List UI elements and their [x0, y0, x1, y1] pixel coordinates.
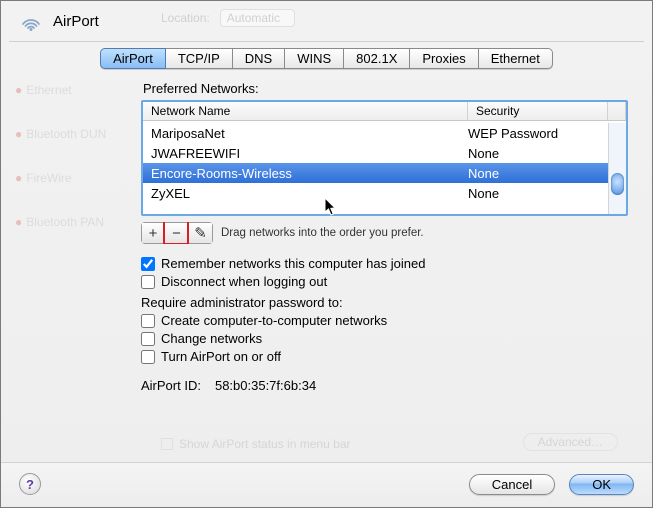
- tab-proxies[interactable]: Proxies: [410, 48, 478, 69]
- table-row[interactable]: ZyXELNone: [143, 183, 608, 203]
- table-row[interactable]: MariposaNetWEP Password: [143, 123, 608, 143]
- titlebar: AirPort: [1, 1, 652, 41]
- scrollbar-thumb[interactable]: [611, 173, 624, 195]
- options: Remember networks this computer has join…: [141, 256, 628, 364]
- window-title: AirPort: [53, 13, 99, 30]
- show-status-ghost: Show AirPort status in menu bar: [161, 437, 350, 451]
- network-security: WEP Password: [468, 126, 600, 141]
- create-checkbox-row: Create computer-to-computer networks: [141, 313, 628, 328]
- drag-hint: Drag networks into the order you prefer.: [221, 227, 424, 239]
- cancel-button[interactable]: Cancel: [469, 474, 555, 495]
- create-networks-checkbox[interactable]: [141, 314, 155, 328]
- col-network-name[interactable]: Network Name: [143, 102, 468, 120]
- table-action-buttons: + − ✎: [141, 222, 213, 244]
- minus-icon: −: [172, 226, 181, 241]
- help-button[interactable]: ?: [19, 473, 41, 495]
- remember-checkbox[interactable]: [141, 257, 155, 271]
- remember-label: Remember networks this computer has join…: [161, 256, 425, 271]
- remove-button[interactable]: −: [165, 222, 189, 244]
- disconnect-checkbox-row: Disconnect when logging out: [141, 274, 628, 289]
- table-header: Network Name Security: [143, 102, 626, 121]
- plus-icon: +: [149, 226, 158, 241]
- edit-button[interactable]: ✎: [189, 222, 213, 244]
- table-row[interactable]: JWAFREEWIFINone: [143, 143, 608, 163]
- pencil-icon: ✎: [194, 226, 207, 241]
- airport-icon: [19, 9, 43, 33]
- disconnect-checkbox[interactable]: [141, 275, 155, 289]
- turn-airport-checkbox[interactable]: [141, 350, 155, 364]
- sidebar-ghost: ●Ethernet ●Bluetooth DUN ●FireWire ●Blue…: [15, 83, 125, 259]
- col-security[interactable]: Security: [468, 102, 608, 120]
- preferred-networks-label: Preferred Networks:: [143, 81, 628, 96]
- add-button[interactable]: +: [141, 222, 165, 244]
- change-label: Change networks: [161, 331, 262, 346]
- disconnect-label: Disconnect when logging out: [161, 274, 327, 289]
- preferred-networks-table[interactable]: Network Name Security MariposaNetWEP Pas…: [141, 100, 628, 216]
- network-name: JWAFREEWIFI: [151, 146, 468, 161]
- network-name: MariposaNet: [151, 126, 468, 141]
- change-checkbox-row: Change networks: [141, 331, 628, 346]
- tab-airport[interactable]: AirPort: [100, 48, 166, 69]
- create-label: Create computer-to-computer networks: [161, 313, 387, 328]
- tab-ethernet[interactable]: Ethernet: [479, 48, 553, 69]
- tab-dns[interactable]: DNS: [233, 48, 285, 69]
- require-admin-label: Require administrator password to:: [141, 295, 628, 310]
- table-row[interactable]: Encore-Rooms-WirelessNone: [143, 163, 608, 183]
- tab-wins[interactable]: WINS: [285, 48, 344, 69]
- network-security: None: [468, 186, 600, 201]
- tab-8021x[interactable]: 802.1X: [344, 48, 410, 69]
- network-name: ZyXEL: [151, 186, 468, 201]
- tab-bar: AirPort TCP/IP DNS WINS 802.1X Proxies E…: [1, 48, 652, 69]
- tab-tcpip[interactable]: TCP/IP: [166, 48, 233, 69]
- network-security: None: [468, 166, 600, 181]
- airport-id-row: AirPort ID: 58:b0:35:7f:6b:34: [141, 378, 628, 393]
- turn-checkbox-row: Turn AirPort on or off: [141, 349, 628, 364]
- airport-preferences-window: AirPort Location: Automatic AirPort TCP/…: [0, 0, 653, 508]
- scrollbar[interactable]: [608, 123, 626, 214]
- airport-id-value: 58:b0:35:7f:6b:34: [215, 378, 316, 393]
- location-ghost: Location: Automatic: [161, 9, 295, 27]
- advanced-ghost: Advanced…: [523, 433, 618, 451]
- network-security: None: [468, 146, 600, 161]
- turn-label: Turn AirPort on or off: [161, 349, 281, 364]
- airport-id-label: AirPort ID:: [141, 378, 201, 393]
- help-icon: ?: [26, 477, 34, 492]
- ok-button[interactable]: OK: [569, 474, 634, 495]
- bottom-bar: ? Cancel OK: [1, 462, 652, 507]
- content-area: Preferred Networks: Network Name Securit…: [141, 81, 628, 393]
- remember-checkbox-row: Remember networks this computer has join…: [141, 256, 628, 271]
- network-name: Encore-Rooms-Wireless: [151, 166, 468, 181]
- change-networks-checkbox[interactable]: [141, 332, 155, 346]
